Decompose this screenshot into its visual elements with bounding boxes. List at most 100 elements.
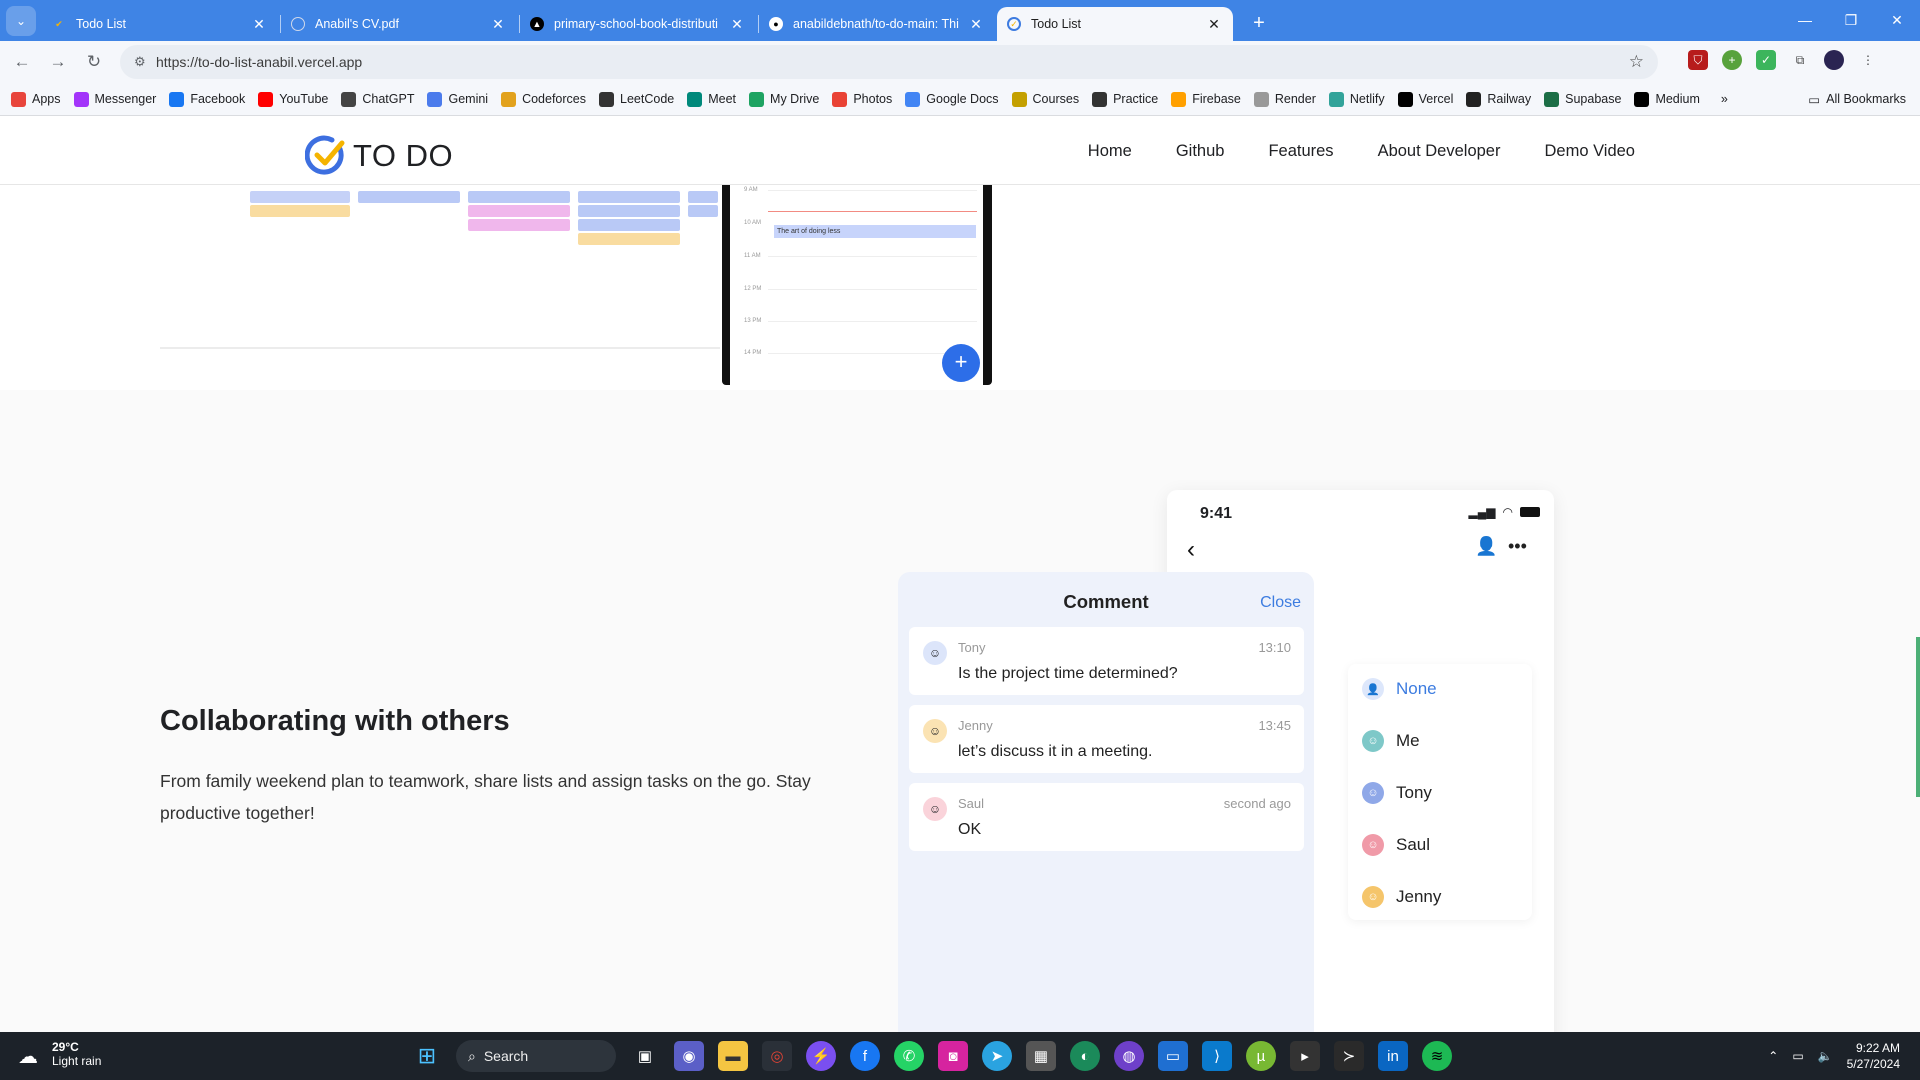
tab-2[interactable]: ▲ primary-school-book-distributi ✕ xyxy=(520,7,756,41)
reload-icon[interactable]: ↻ xyxy=(76,44,112,80)
edge-icon[interactable]: ◐ xyxy=(1070,1041,1100,1071)
photos-app-icon[interactable]: ▭ xyxy=(1158,1041,1188,1071)
bookmark-supabase[interactable]: Supabase xyxy=(1544,91,1621,107)
bookmark-my-drive[interactable]: My Drive xyxy=(749,91,819,107)
add-event-button[interactable]: + xyxy=(942,344,980,382)
ublock-icon[interactable]: ⛉ xyxy=(1688,50,1708,70)
network-icon[interactable]: ▭ xyxy=(1792,1049,1803,1063)
assign-user-icon[interactable]: 👤 xyxy=(1475,536,1497,557)
menu-kebab-icon[interactable]: ⋮ xyxy=(1858,50,1878,70)
assignee-jenny[interactable]: ☺ Jenny xyxy=(1362,886,1441,908)
close-tab-icon[interactable]: ✕ xyxy=(489,16,507,33)
shield-extension-icon[interactable]: ✓ xyxy=(1756,50,1776,70)
clock[interactable]: 9:22 AM 5/27/2024 xyxy=(1847,1040,1900,1072)
tray-chevron-icon[interactable]: ⌃ xyxy=(1768,1049,1778,1063)
weather-widget[interactable]: ☁ 29°C Light rain xyxy=(18,1040,101,1068)
utorrent-icon[interactable]: µ xyxy=(1246,1041,1276,1071)
instagram-icon[interactable]: ◙ xyxy=(938,1041,968,1071)
bookmark-railway[interactable]: Railway xyxy=(1466,91,1531,107)
calculator-icon[interactable]: ▦ xyxy=(1026,1041,1056,1071)
back-chevron-icon[interactable]: ‹ xyxy=(1187,536,1195,564)
green-plus-extension-icon[interactable]: + xyxy=(1722,50,1742,70)
browser-toolbar: ← → ↻ ⚙ https://to-do-list-anabil.vercel… xyxy=(0,41,1920,83)
tab-1[interactable]: Anabil's CV.pdf ✕ xyxy=(281,7,517,41)
site-logo[interactable]: TO DO xyxy=(304,135,453,177)
bookmark-medium[interactable]: Medium xyxy=(1634,91,1700,107)
profile-avatar-icon[interactable] xyxy=(1824,50,1844,70)
bookmark-messenger[interactable]: Messenger xyxy=(73,91,156,107)
address-bar[interactable]: ⚙ https://to-do-list-anabil.vercel.app ☆ xyxy=(120,45,1658,79)
bookmarks-overflow-button[interactable]: » xyxy=(1721,92,1728,106)
site-info-icon[interactable]: ⚙ xyxy=(134,54,156,70)
tab-search-button[interactable]: ⌄ xyxy=(6,6,36,36)
close-window-icon[interactable]: ✕ xyxy=(1874,0,1920,40)
assignee-tony[interactable]: ☺ Tony xyxy=(1362,782,1432,804)
bookmark-vercel[interactable]: Vercel xyxy=(1397,91,1453,107)
comment-author: Tony xyxy=(958,640,986,655)
assignee-me[interactable]: ☺ Me xyxy=(1362,730,1420,752)
page-scrollbar[interactable] xyxy=(1916,637,1920,797)
minimize-icon[interactable]: — xyxy=(1782,0,1828,40)
bookmark-facebook[interactable]: Facebook xyxy=(169,91,245,107)
nav-home[interactable]: Home xyxy=(1088,142,1132,161)
new-tab-button[interactable]: + xyxy=(1245,12,1273,35)
chrome-icon[interactable]: ◎ xyxy=(762,1041,792,1071)
back-icon[interactable]: ← xyxy=(4,44,40,80)
url-text[interactable]: https://to-do-list-anabil.vercel.app xyxy=(156,54,362,70)
extensions-puzzle-icon[interactable]: ⧉ xyxy=(1790,50,1810,70)
linkedin-icon[interactable]: in xyxy=(1378,1041,1408,1071)
spotify-icon[interactable]: ≋ xyxy=(1422,1041,1452,1071)
bookmark-youtube[interactable]: YouTube xyxy=(258,91,328,107)
tab-3[interactable]: ● anabildebnath/to-do-main: Thi ✕ xyxy=(759,7,995,41)
bookmark-meet[interactable]: Meet xyxy=(687,91,736,107)
close-tab-icon[interactable]: ✕ xyxy=(728,16,746,33)
assignee-name: Saul xyxy=(1396,835,1431,854)
github-desktop-icon[interactable]: ◍ xyxy=(1114,1041,1144,1071)
youtube-icon xyxy=(258,91,274,107)
task-view-icon[interactable]: ▣ xyxy=(630,1041,660,1071)
facebook-app-icon[interactable]: f xyxy=(850,1041,880,1071)
bookmark-netlify[interactable]: Netlify xyxy=(1328,91,1385,107)
telegram-icon[interactable]: ➤ xyxy=(982,1041,1012,1071)
nav-about-developer[interactable]: About Developer xyxy=(1378,142,1501,161)
comment-close-button[interactable]: Close xyxy=(1260,594,1301,612)
comment-author: Jenny xyxy=(958,718,993,733)
nav-demo-video[interactable]: Demo Video xyxy=(1544,142,1635,161)
calendar-event[interactable]: The art of doing less xyxy=(774,225,976,238)
nav-github[interactable]: Github xyxy=(1176,142,1225,161)
file-explorer-icon[interactable]: ▬ xyxy=(718,1041,748,1071)
bookmark-chatgpt[interactable]: ChatGPT xyxy=(341,91,414,107)
restore-icon[interactable]: ❐ xyxy=(1828,0,1874,40)
assignee-none[interactable]: 👤 None xyxy=(1362,678,1437,700)
tab-4-active[interactable]: ✓ Todo List ✕ xyxy=(997,7,1233,41)
bookmark-gemini[interactable]: Gemini xyxy=(427,91,488,107)
close-tab-icon[interactable]: ✕ xyxy=(1205,16,1223,33)
bookmark-photos[interactable]: Photos xyxy=(832,91,892,107)
bookmark-apps[interactable]: Apps xyxy=(11,91,61,107)
taskbar-search[interactable]: ⌕ Search xyxy=(456,1040,616,1072)
tab-0[interactable]: ✔ Todo List ✕ xyxy=(42,7,278,41)
all-bookmarks-button[interactable]: ▭ All Bookmarks xyxy=(1808,92,1906,107)
windows-start-icon[interactable]: ⊞ xyxy=(412,1041,442,1071)
more-dots-icon[interactable]: ••• xyxy=(1508,536,1527,557)
bookmark-practice[interactable]: Practice xyxy=(1092,91,1158,107)
assignee-saul[interactable]: ☺ Saul xyxy=(1362,834,1430,856)
nav-features[interactable]: Features xyxy=(1268,142,1333,161)
bookmark-firebase[interactable]: Firebase xyxy=(1171,91,1241,107)
bookmark-render[interactable]: Render xyxy=(1253,91,1316,107)
close-tab-icon[interactable]: ✕ xyxy=(967,16,985,33)
bookmark-star-icon[interactable]: ☆ xyxy=(1629,52,1644,72)
bookmark-google-docs[interactable]: Google Docs xyxy=(905,91,999,107)
bookmark-codeforces[interactable]: Codeforces xyxy=(501,91,586,107)
forward-icon[interactable]: → xyxy=(40,44,76,80)
powershell-icon[interactable]: ≻ xyxy=(1334,1041,1364,1071)
terminal-icon[interactable]: ▸ xyxy=(1290,1041,1320,1071)
bookmark-courses[interactable]: Courses xyxy=(1011,91,1079,107)
messenger-app-icon[interactable]: ⚡ xyxy=(806,1041,836,1071)
volume-icon[interactable]: 🔈 xyxy=(1818,1049,1833,1063)
bookmark-leetcode[interactable]: LeetCode xyxy=(599,91,674,107)
vscode-icon[interactable]: ⟩ xyxy=(1202,1041,1232,1071)
teams-chat-icon[interactable]: ◉ xyxy=(674,1041,704,1071)
whatsapp-icon[interactable]: ✆ xyxy=(894,1041,924,1071)
close-tab-icon[interactable]: ✕ xyxy=(250,16,268,33)
